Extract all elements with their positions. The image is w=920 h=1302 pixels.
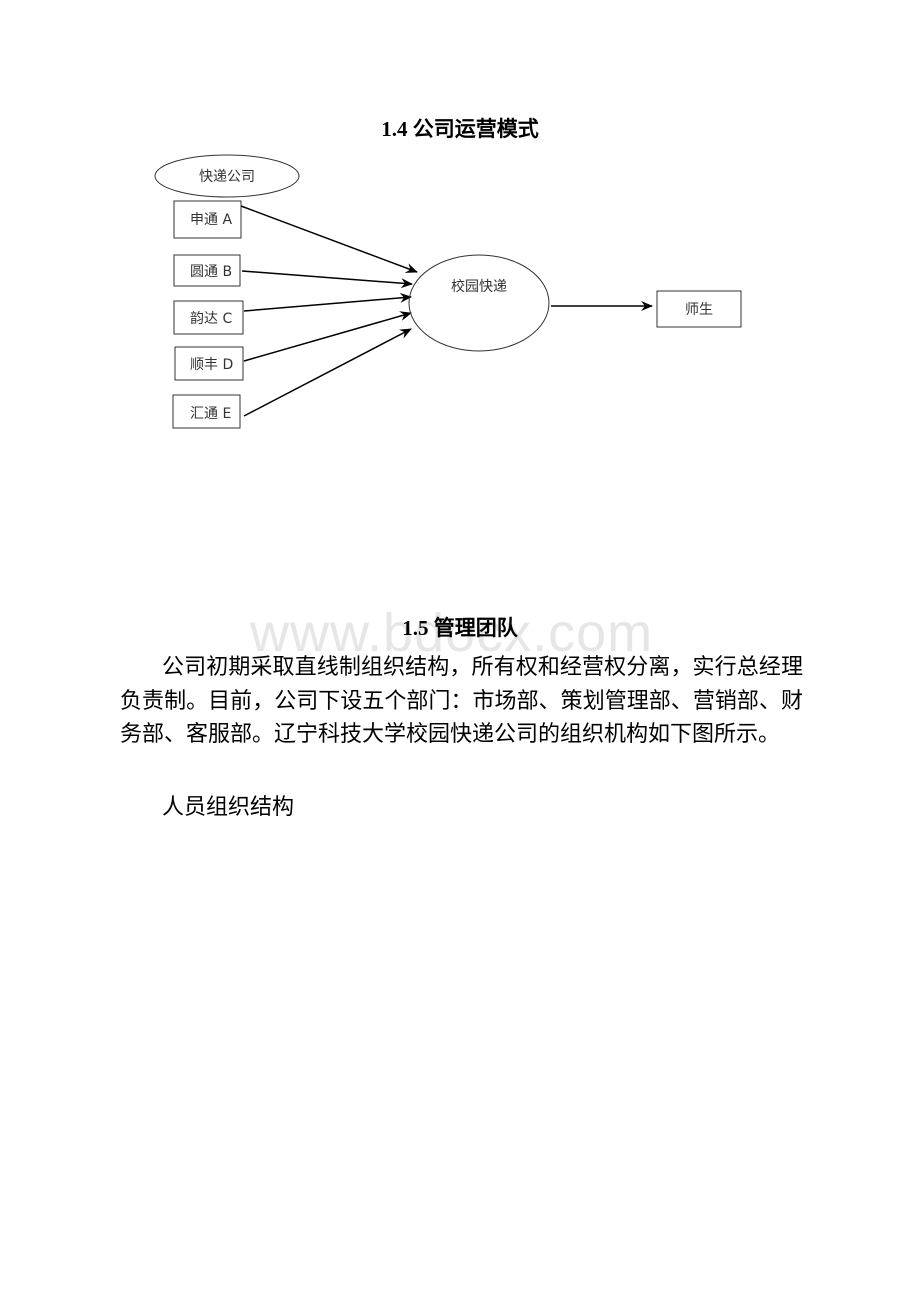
source-label: 快递公司: [199, 169, 255, 185]
paragraph: 公司初期采取直线制组织结构，所有权和经营权分离，实行总经理负责制。目前，公司下设…: [120, 654, 803, 746]
company-box-d: 顺丰 D: [174, 346, 244, 381]
svg-text:圆通 B: 圆通 B: [190, 264, 232, 280]
company-box-e: 汇通 E: [172, 394, 241, 429]
target-box: 师生: [656, 290, 742, 328]
svg-text:校园快递: 校园快递: [451, 278, 507, 295]
hub-ellipse: 校园快递: [408, 254, 550, 352]
svg-text:申通 A: 申通 A: [190, 212, 232, 228]
arrows: [240, 205, 653, 417]
company-box-a: 申通 A: [173, 200, 242, 239]
source-ellipse: 快递公司: [154, 154, 300, 198]
svg-text:汇通 E: 汇通 E: [190, 406, 231, 422]
svg-text:顺丰 D: 顺丰 D: [190, 357, 233, 373]
company-box-b: 圆通 B: [173, 254, 241, 287]
subheading-org-structure: 人员组织结构: [162, 794, 295, 819]
svg-text:师生: 师生: [685, 302, 713, 318]
section-title-management-team: 1.5 管理团队: [402, 616, 518, 640]
operation-model-diagram: 快递公司 申通 A 圆通 B 韵达 C 顺丰 D 汇通 E 校园快递 师生: [154, 154, 742, 429]
svg-text:韵达 C: 韵达 C: [190, 311, 232, 327]
company-box-c: 韵达 C: [173, 300, 244, 335]
